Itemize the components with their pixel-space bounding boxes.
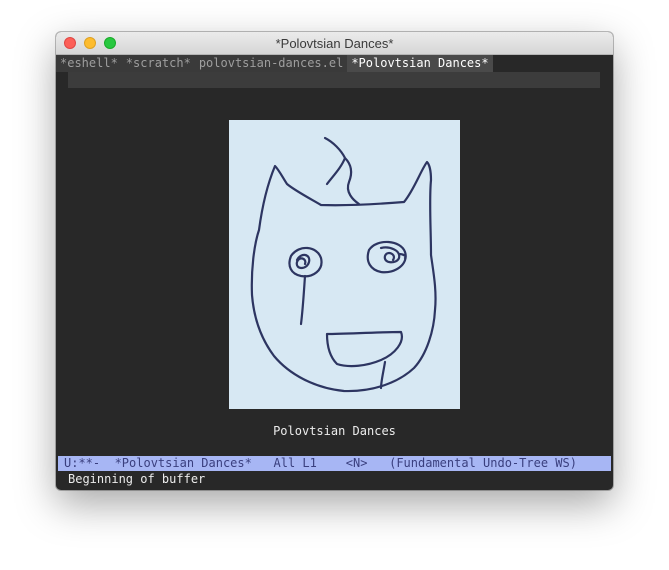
header-line — [68, 72, 600, 88]
mode-line[interactable]: U:**- *Polovtsian Dances* All L1 <N> (Fu… — [58, 456, 611, 471]
cat-drawing — [250, 136, 437, 393]
title-bar[interactable]: *Polovtsian Dances* — [56, 32, 613, 55]
tab-eshell[interactable]: *eshell* — [56, 55, 122, 72]
echo-area: Beginning of buffer — [68, 472, 206, 486]
tear-line — [299, 274, 307, 326]
hair-tuft — [323, 136, 361, 206]
emacs-window: *Polovtsian Dances* *eshell* *scratch* pol… — [56, 32, 613, 490]
tab-polovtsian-dances-buffer[interactable]: *Polovtsian Dances* — [347, 55, 493, 72]
mouth — [325, 330, 403, 368]
tab-bar: *eshell* *scratch* polovtsian-dances.el *Po… — [56, 55, 613, 72]
left-pupil — [295, 253, 311, 270]
drawing-caption: Polovtsian Dances — [273, 424, 396, 438]
drawing-canvas[interactable] — [229, 120, 460, 409]
tab-scratch[interactable]: *scratch* — [121, 55, 195, 72]
tab-polovtsian-dances-el[interactable]: polovtsian-dances.el — [194, 55, 348, 72]
head-outline — [250, 160, 437, 393]
right-pupil — [379, 246, 407, 264]
window-title: *Polovtsian Dances* — [275, 36, 394, 51]
